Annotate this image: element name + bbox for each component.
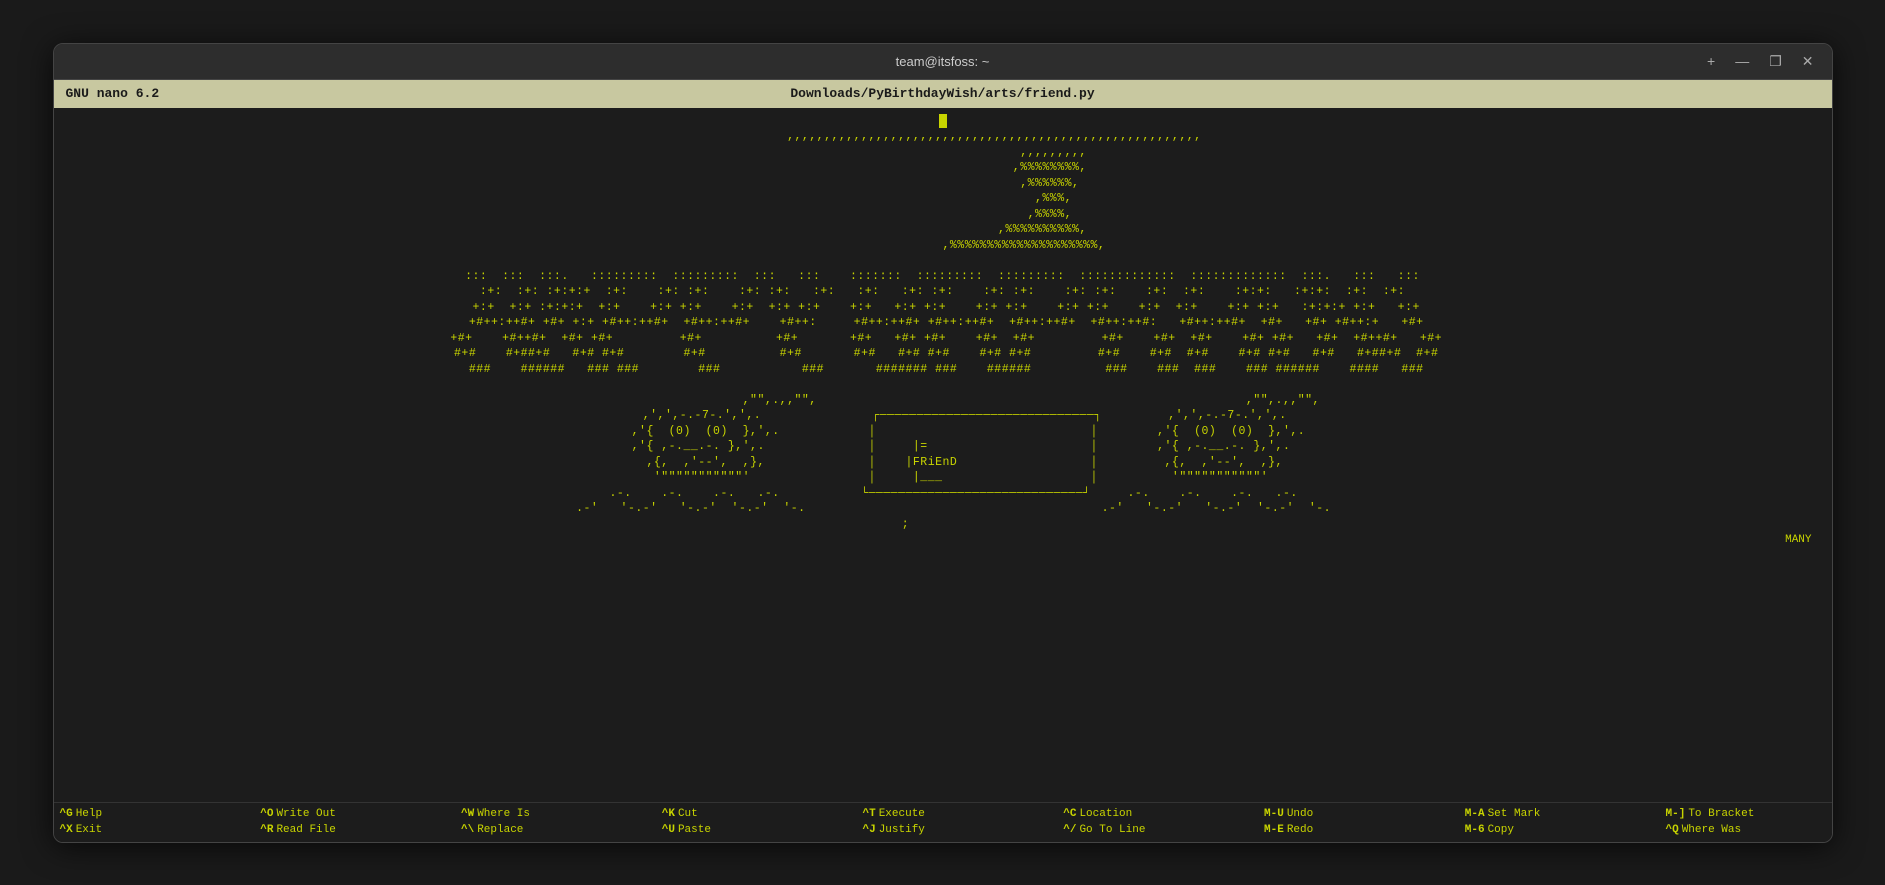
footer-item-replace[interactable]: ^\ Replace	[461, 822, 621, 839]
nano-filename: Downloads/PyBirthdayWish/arts/friend.py	[790, 86, 1094, 101]
key-whereis: ^W	[461, 806, 474, 823]
ascii-line: ,,,,,,,,,,,,,,,,,,,,,,,,,,,,,,,,,,,,,,,,…	[683, 130, 1201, 143]
ascii-line: ,%%%%%%,	[806, 177, 1080, 190]
key-tobracket: M-]	[1666, 806, 1686, 823]
nano-header: GNU nano 6.2 Downloads/PyBirthdayWish/ar…	[54, 80, 1832, 108]
label-justify: Justify	[879, 822, 925, 839]
minimize-button[interactable]: —	[1729, 51, 1755, 72]
footer-item-undo[interactable]: M-U Undo	[1264, 806, 1424, 823]
ascii-line: +#++:++#+ +#+ +:+ +#++:++#+ +#++:++#+ +#…	[461, 316, 1423, 329]
footer-item-help[interactable]: ^G Help	[60, 806, 220, 823]
key-justify: ^J	[863, 822, 876, 839]
label-tobracket: To Bracket	[1688, 806, 1754, 823]
status-right: MANY	[54, 534, 1832, 546]
ascii-line: '"""""""""""' │ |___ │ '"""""""""""'	[506, 471, 1379, 484]
footer-item-readfile[interactable]: ^R Read File	[260, 822, 420, 839]
ascii-line: +:+ +:+ :+:+:+ +:+ +:+ +:+ +:+ +:+ +:+ +…	[465, 301, 1420, 314]
key-setmark: M-A	[1465, 806, 1485, 823]
footer-item-gotoline[interactable]: ^/ Go To Line	[1063, 822, 1223, 839]
footer-item-exit[interactable]: ^X Exit	[60, 822, 220, 839]
footer-item-location[interactable]: ^C Location	[1063, 806, 1223, 823]
bears-friend-row: ,"",.,,"", ,"",.,,"",	[565, 394, 1320, 407]
close-button[interactable]: ✕	[1796, 51, 1820, 72]
label-whereis: Where Is	[477, 806, 530, 823]
ascii-line: ,',',-.-7-.',',. ┌──────────────────────…	[502, 409, 1383, 422]
footer-item-cut[interactable]: ^K Cut	[662, 806, 822, 823]
footer-item-redo[interactable]: M-E Redo	[1264, 822, 1424, 839]
ascii-line: ,%%%%%%%%,	[798, 161, 1087, 174]
ascii-line: ,%%%%,	[813, 208, 1072, 221]
nano-version: GNU nano 6.2	[66, 86, 160, 101]
key-location: ^C	[1063, 806, 1076, 823]
title-bar-title: team@itsfoss: ~	[896, 54, 990, 69]
ascii-line: ;	[495, 518, 1391, 531]
key-readfile: ^R	[260, 822, 273, 839]
footer-item-setmark[interactable]: M-A Set Mark	[1465, 806, 1625, 823]
label-execute: Execute	[879, 806, 925, 823]
ascii-line: ,'{ (0) (0) },',. │ │ ,'{ (0) (0) },',.	[498, 425, 1386, 438]
key-copy: M-6	[1465, 822, 1485, 839]
label-gotoline: Go To Line	[1079, 822, 1145, 839]
key-execute: ^T	[863, 806, 876, 823]
ascii-line: ,%%%%%%%%%%,	[798, 223, 1087, 236]
ascii-line: :+: :+: :+:+:+ :+: :+: :+: :+: :+: :+: :…	[473, 285, 1413, 298]
label-wherewas: Where Was	[1682, 822, 1741, 839]
key-undo: M-U	[1264, 806, 1284, 823]
footer-item-write[interactable]: ^O Write Out	[260, 806, 420, 823]
cursor	[939, 114, 947, 128]
label-paste: Paste	[678, 822, 711, 839]
key-exit: ^X	[60, 822, 73, 839]
happy-birthday-art: ::: ::: :::. ::::::::: ::::::::: ::: :::…	[458, 270, 1428, 283]
key-cut: ^K	[662, 806, 675, 823]
key-wherewas: ^Q	[1666, 822, 1679, 839]
add-tab-button[interactable]: +	[1701, 51, 1721, 72]
footer-row-2: ^X Exit ^R Read File ^\ Replace ^U Paste…	[60, 822, 1826, 839]
ascii-line: ,%%%,	[813, 192, 1072, 205]
label-readfile: Read File	[276, 822, 335, 839]
footer-item-paste[interactable]: ^U Paste	[662, 822, 822, 839]
key-replace: ^\	[461, 822, 474, 839]
nano-footer: ^G Help ^O Write Out ^W Where Is ^K Cut …	[54, 802, 1832, 842]
label-copy: Copy	[1488, 822, 1514, 839]
key-redo: M-E	[1264, 822, 1284, 839]
key-help: ^G	[60, 806, 73, 823]
label-help: Help	[76, 806, 102, 823]
ascii-line: +#+ +#++#+ +#+ +#+ +#+ +#+ +#+ +#+ +#+ +…	[443, 332, 1442, 345]
label-write: Write Out	[276, 806, 335, 823]
key-write: ^O	[260, 806, 273, 823]
window-controls: + — ❐ ✕	[1701, 51, 1819, 72]
footer-item-whereis[interactable]: ^W Where Is	[461, 806, 621, 823]
label-exit: Exit	[76, 822, 102, 839]
footer-item-copy[interactable]: M-6 Copy	[1465, 822, 1625, 839]
ascii-line: ,,,,,,,,,	[798, 146, 1087, 159]
label-replace: Replace	[477, 822, 523, 839]
footer-item-justify[interactable]: ^J Justify	[863, 822, 1023, 839]
footer-row-1: ^G Help ^O Write Out ^W Where Is ^K Cut …	[60, 806, 1826, 823]
label-cut: Cut	[678, 806, 698, 823]
ascii-line: #+# #+##+# #+# #+# #+# #+# #+# #+# #+# #…	[447, 347, 1439, 360]
ascii-art-display: ,,,,,,,,,,,,,,,,,,,,,,,,,,,,,,,,,,,,,,,,…	[54, 112, 1832, 535]
footer-item-execute[interactable]: ^T Execute	[863, 806, 1023, 823]
key-paste: ^U	[662, 822, 675, 839]
ascii-line: ,'{ ,-.__.-. },',. │ |= │ ,'{ ,-.__.-. }…	[498, 440, 1386, 453]
maximize-button[interactable]: ❐	[1763, 51, 1788, 72]
ascii-line: ,{, ,'--', ,}, │ |FRiEnD │ ,{, ,'--', ,}…	[506, 456, 1379, 469]
label-setmark: Set Mark	[1488, 806, 1541, 823]
footer-item-wherewas[interactable]: ^Q Where Was	[1666, 822, 1826, 839]
ascii-line: .-' '-.-' '-.-' '-.-' '-. .-' '-.-' '-.-…	[495, 502, 1391, 515]
title-bar: team@itsfoss: ~ + — ❐ ✕	[54, 44, 1832, 80]
ascii-line: ,%%%%%%%%%%%%%%%%%%%%,	[780, 239, 1106, 252]
ascii-line: ### ###### ### ### ### ### ####### ### #…	[461, 363, 1423, 376]
footer-item-tobracket[interactable]: M-] To Bracket	[1666, 806, 1826, 823]
terminal-window: team@itsfoss: ~ + — ❐ ✕ GNU nano 6.2 Dow…	[53, 43, 1833, 843]
label-location: Location	[1079, 806, 1132, 823]
ascii-line: .-. .-. .-. .-. └───────────────────────…	[498, 487, 1386, 500]
content-area: ,,,,,,,,,,,,,,,,,,,,,,,,,,,,,,,,,,,,,,,,…	[54, 108, 1832, 802]
key-gotoline: ^/	[1063, 822, 1076, 839]
label-redo: Redo	[1287, 822, 1313, 839]
label-undo: Undo	[1287, 806, 1313, 823]
